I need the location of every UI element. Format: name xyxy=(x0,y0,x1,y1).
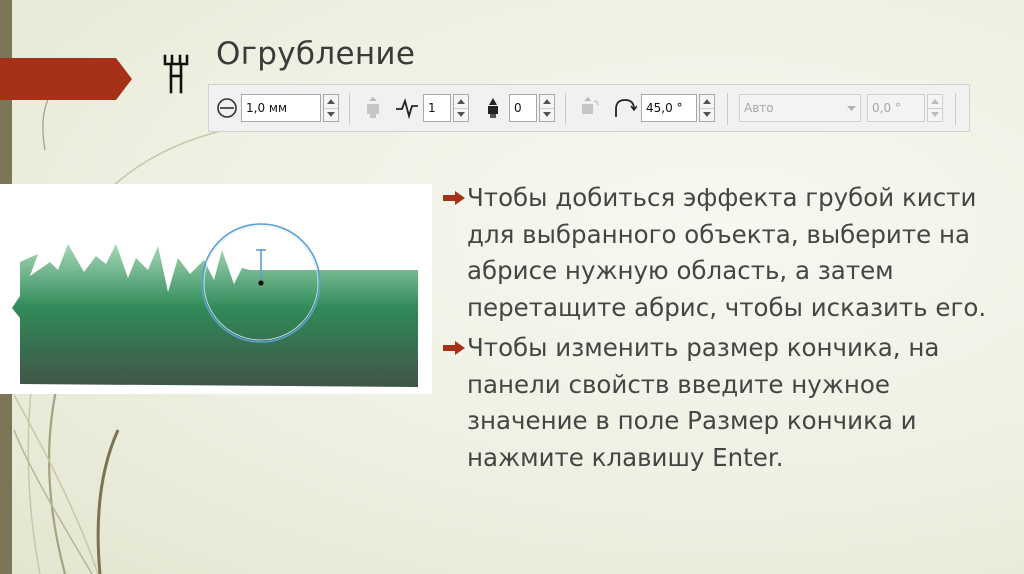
bullet-text: Чтобы добиться эффекта грубой кисти для … xyxy=(467,183,987,322)
frequency-input[interactable]: 1 xyxy=(423,94,451,122)
dryout-down-button[interactable] xyxy=(540,108,554,121)
nib-size-icon xyxy=(217,98,237,118)
roughen-tool-icon xyxy=(163,54,189,94)
dryout-stepper[interactable] xyxy=(539,94,555,122)
frequency-up-button[interactable] xyxy=(454,95,468,109)
tilt-value-up-button[interactable] xyxy=(928,95,942,109)
list-item: Чтобы добиться эффекта грубой кисти для … xyxy=(443,180,1013,326)
arrow-bullet-icon xyxy=(443,341,465,355)
nib-size-down-button[interactable] xyxy=(324,108,338,121)
tilt-mode-select[interactable]: Авто xyxy=(739,94,861,122)
bearing-icon xyxy=(615,99,637,117)
toolbar-separator xyxy=(727,93,728,125)
bearing-down-button[interactable] xyxy=(700,108,714,121)
bullet-text: Чтобы изменить размер кончика, на панели… xyxy=(467,333,940,472)
toolbar-separator xyxy=(349,93,350,125)
property-bar: 1,0 мм 1 0 45,0 ° Авто 0,0 ° xyxy=(208,84,970,132)
dryout-icon xyxy=(488,98,498,118)
tilt-value-input[interactable]: 0,0 ° xyxy=(867,94,925,122)
toolbar-separator xyxy=(565,93,566,125)
roughened-shape xyxy=(12,244,418,387)
bearing-stepper[interactable] xyxy=(699,94,715,122)
bullet-list: Чтобы добиться эффекта грубой кисти для … xyxy=(443,180,1013,480)
list-item: Чтобы изменить размер кончика, на панели… xyxy=(443,330,1013,476)
tilt-value-down-button[interactable] xyxy=(928,108,942,121)
slide-title: Огрубление xyxy=(216,36,416,72)
frequency-stepper[interactable] xyxy=(453,94,469,122)
dryout-up-button[interactable] xyxy=(540,95,554,109)
nib-size-input[interactable]: 1,0 мм xyxy=(241,94,321,122)
chevron-down-icon xyxy=(847,106,856,111)
bearing-input[interactable]: 45,0 ° xyxy=(641,94,697,122)
frequency-down-button[interactable] xyxy=(454,108,468,121)
dryout-input[interactable]: 0 xyxy=(509,94,537,122)
tilt-mode-value: Авто xyxy=(744,101,774,115)
bearing-up-button[interactable] xyxy=(700,95,714,109)
nib-size-up-button[interactable] xyxy=(324,95,338,109)
tilt-icon[interactable] xyxy=(577,95,601,121)
title-accent-ribbon xyxy=(0,58,132,100)
arrow-bullet-icon xyxy=(443,191,465,205)
nib-size-stepper[interactable] xyxy=(323,94,339,122)
toolbar-separator xyxy=(955,93,956,125)
frequency-icon xyxy=(396,98,418,120)
roughen-example-image xyxy=(0,184,432,394)
tilt-value-stepper[interactable] xyxy=(927,94,943,122)
pressure-icon[interactable] xyxy=(361,95,385,121)
